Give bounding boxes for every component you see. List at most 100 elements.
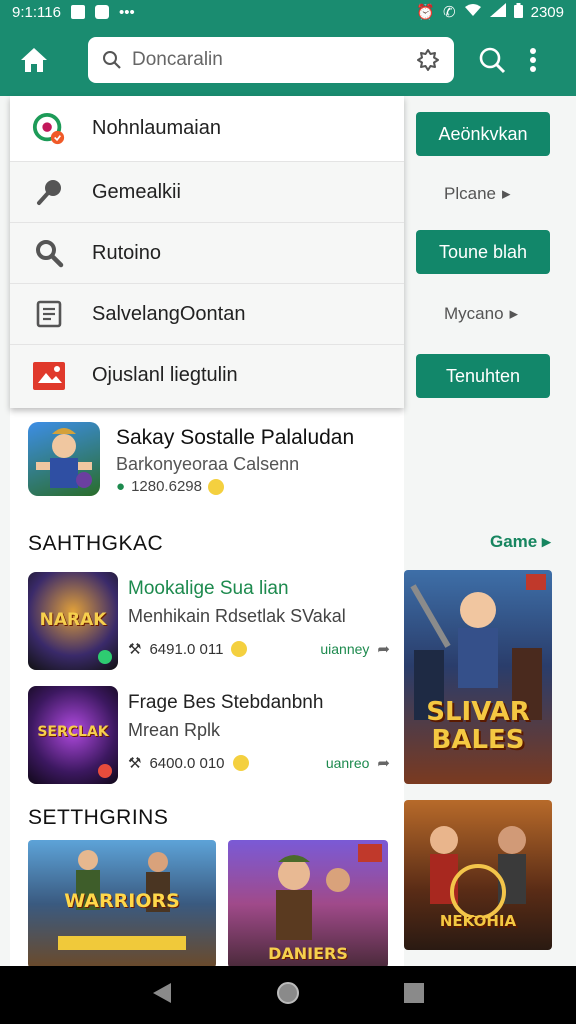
list-item[interactable]: NARAK Mookalige Sua lian Menhikain Rdset… bbox=[28, 572, 396, 672]
side-link-2-label: Mycano bbox=[444, 304, 504, 323]
more-notifications-icon: ••• bbox=[118, 3, 135, 21]
thumbnail-title: SERCLAK bbox=[37, 724, 109, 740]
featured-app-title: Sakay Sostalle Palaludan bbox=[116, 426, 355, 449]
voice-settings-icon[interactable] bbox=[416, 48, 440, 72]
content-panel: Sakay Sostalle Palaludan Barkonyeoraa Ca… bbox=[10, 408, 404, 968]
badge-icon bbox=[98, 764, 112, 778]
side-link-1[interactable]: Plcane ▸ bbox=[444, 184, 511, 204]
background-list: Aeönkvkan Plcane ▸ Toune blah Mycano ▸ Ten… bbox=[404, 96, 576, 966]
emoji-icon bbox=[232, 755, 249, 771]
vibrate-icon: ✆ bbox=[443, 4, 456, 21]
image-icon bbox=[32, 359, 66, 393]
featured-app-meta-value: 1280.6298 bbox=[131, 478, 202, 495]
game-more-label: Game bbox=[490, 532, 538, 551]
download-icon: ⚒ bbox=[128, 641, 142, 658]
poster-1-title: SLIVAR BALES bbox=[426, 697, 530, 755]
rating-icon: ● bbox=[116, 478, 126, 495]
menu-item-label: Rutoino bbox=[92, 241, 161, 264]
list-item-subtitle: Mrean Rplk bbox=[128, 720, 221, 740]
status-bar: 9:1:116 ••• ⏰ ✆ 2309 bbox=[0, 0, 576, 24]
list-item-tag: uanreo bbox=[325, 755, 370, 771]
recents-button[interactable] bbox=[403, 982, 425, 1009]
list-item-tag: uianney bbox=[320, 641, 370, 657]
banner-2-title: DANIERS bbox=[268, 944, 348, 963]
notification-icon bbox=[94, 5, 109, 19]
action-button-2[interactable]: Toune blah bbox=[416, 230, 550, 274]
back-icon bbox=[153, 982, 171, 1003]
home-icon bbox=[21, 48, 47, 72]
share-icon[interactable]: ➦ bbox=[377, 640, 390, 658]
search-icon bbox=[103, 51, 121, 69]
list-item[interactable]: SERCLAK Frage Bes Stebdanbnh Mrean Rplk … bbox=[28, 686, 396, 786]
search-input[interactable] bbox=[132, 49, 416, 71]
section-1-heading: SAHTHGKAC bbox=[28, 532, 164, 555]
section-2-heading: SETTHGRINS bbox=[28, 806, 169, 829]
battery-level: 2309 bbox=[530, 3, 564, 21]
home-nav-button[interactable] bbox=[275, 980, 301, 1011]
game-poster-1[interactable]: SLIVAR BALES bbox=[404, 570, 552, 784]
chevron-icon: ▸ bbox=[509, 304, 519, 323]
download-icon: ⚒ bbox=[128, 755, 142, 772]
dropdown-menu: Nohnlaumaian Gemealkii Rutoino Salvelang… bbox=[10, 96, 404, 408]
search-icon bbox=[32, 236, 66, 270]
action-button-1[interactable]: Aeönkvkan bbox=[416, 112, 550, 156]
banner-1-title: WARRIORS bbox=[64, 890, 180, 912]
game-banner-1[interactable]: WARRIORS bbox=[28, 840, 216, 968]
game-poster-2[interactable]: NEKOHIA bbox=[404, 800, 552, 950]
list-item-subtitle: Menhikain Rdsetlak SVakal bbox=[128, 606, 346, 626]
home-circle-icon bbox=[277, 981, 299, 1004]
side-link-2[interactable]: Mycano ▸ bbox=[444, 304, 518, 324]
badge-icon bbox=[98, 650, 112, 664]
chevron-icon: ▸ bbox=[501, 184, 511, 203]
app-bar bbox=[0, 24, 576, 96]
game-more-link[interactable]: Game ▸ bbox=[490, 532, 551, 552]
search-icon bbox=[479, 47, 506, 74]
menu-item-5[interactable]: Ojuslanl liegtulin bbox=[10, 345, 404, 406]
menu-item-3[interactable]: Rutoino bbox=[10, 223, 404, 284]
list-item-title: Mookalige Sua lian bbox=[128, 578, 289, 599]
emoji-icon bbox=[231, 641, 248, 657]
recents-icon bbox=[404, 982, 424, 1003]
search-bar[interactable] bbox=[88, 37, 454, 83]
search-button[interactable] bbox=[472, 40, 512, 80]
document-icon bbox=[32, 297, 66, 331]
emoji-icon bbox=[207, 478, 224, 495]
home-button[interactable] bbox=[12, 38, 56, 82]
game-banner-2[interactable]: DANIERS bbox=[228, 840, 388, 968]
menu-item-label: Ojuslanl liegtulin bbox=[92, 364, 238, 386]
list-item-title: Frage Bes Stebdanbnh bbox=[128, 692, 324, 713]
action-button-3[interactable]: Tenuhten bbox=[416, 354, 550, 398]
featured-app-meta: ● 1280.6298 bbox=[116, 478, 224, 495]
overflow-menu-button[interactable] bbox=[520, 40, 546, 80]
thumbnail-title: NARAK bbox=[39, 610, 107, 630]
menu-item-label: Nohnlaumaian bbox=[92, 117, 221, 139]
notification-icon bbox=[70, 5, 85, 19]
wifi-icon bbox=[464, 3, 482, 21]
list-item-meta-value: 6400.0 010 bbox=[149, 754, 225, 772]
featured-app-icon bbox=[28, 422, 100, 496]
menu-item-label: Gemealkii bbox=[92, 180, 181, 203]
pin-icon bbox=[32, 175, 66, 209]
list-item-meta-value: 6491.0 011 bbox=[149, 640, 224, 658]
app-badge-icon bbox=[32, 112, 66, 146]
share-icon[interactable]: ➦ bbox=[377, 754, 390, 772]
signal-icon bbox=[489, 3, 506, 21]
list-item-thumbnail: SERCLAK bbox=[28, 686, 118, 784]
menu-item-4[interactable]: SalvelangOontan bbox=[10, 284, 404, 345]
battery-icon bbox=[513, 2, 523, 22]
poster-2-title: NEKOHIA bbox=[439, 912, 517, 930]
side-link-1-label: Plcane bbox=[444, 184, 496, 203]
play-arrow-icon: ▸ bbox=[541, 532, 551, 551]
featured-app[interactable]: Sakay Sostalle Palaludan Barkonyeoraa Ca… bbox=[10, 408, 404, 508]
list-item-thumbnail: NARAK bbox=[28, 572, 118, 670]
more-vertical-icon bbox=[530, 48, 536, 72]
status-time: 9:1:116 bbox=[12, 3, 61, 21]
back-button[interactable] bbox=[151, 981, 173, 1010]
menu-item-1[interactable]: Nohnlaumaian bbox=[10, 96, 404, 162]
list-item-meta: ⚒ 6400.0 010 uanreo ➦ bbox=[128, 754, 390, 773]
featured-app-subtitle: Barkonyeoraa Calsenn bbox=[116, 454, 300, 474]
alarm-icon: ⏰ bbox=[416, 4, 436, 21]
list-item-meta: ⚒ 6491.0 011 uianney ➦ bbox=[128, 640, 390, 659]
system-nav-bar bbox=[0, 966, 576, 1024]
menu-item-2[interactable]: Gemealkii bbox=[10, 162, 404, 223]
